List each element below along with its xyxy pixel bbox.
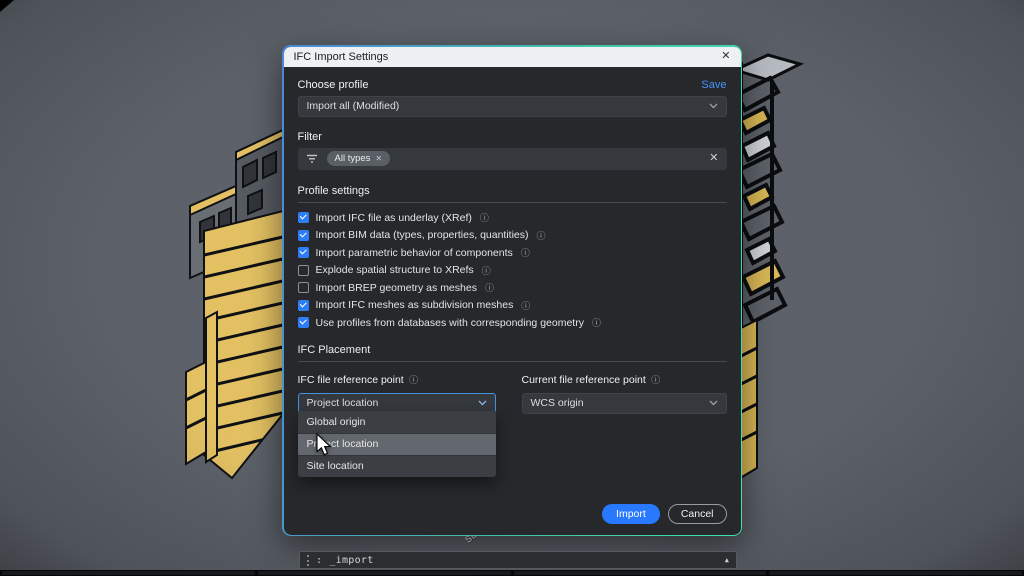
current-ref-point-label: Current file reference point <box>522 374 646 386</box>
command-prompt: : <box>316 555 322 566</box>
checkbox-checked[interactable] <box>298 230 309 241</box>
filter-funnel-icon <box>306 154 318 164</box>
filter-chip-all-types[interactable]: All types ✕ <box>327 151 391 166</box>
info-icon[interactable]: ⓘ <box>482 264 491 277</box>
filter-clear-icon[interactable]: ✕ <box>709 153 718 164</box>
current-ref-point-value: WCS origin <box>531 397 584 409</box>
profile-select-value: Import all (Modified) <box>307 100 400 112</box>
collapse-icon[interactable]: ▲ <box>725 557 729 564</box>
command-text[interactable]: _import <box>329 555 373 566</box>
checkbox-row-brep[interactable]: Import BREP geometry as meshes ⓘ <box>298 282 727 294</box>
close-icon[interactable]: ✕ <box>721 51 730 62</box>
screen-corner <box>0 0 14 12</box>
menu-item-global-origin[interactable]: Global origin <box>298 411 496 433</box>
chevron-down-icon <box>478 400 487 406</box>
taskbar-strip <box>0 570 1024 576</box>
ifc-import-settings-dialog: IFC Import Settings ✕ Choose profile Sav… <box>282 45 742 536</box>
checkbox-checked[interactable] <box>298 317 309 328</box>
checkbox-unchecked[interactable] <box>298 282 309 293</box>
checkbox-row-db-profiles[interactable]: Use profiles from databases with corresp… <box>298 317 727 329</box>
checkbox-checked[interactable] <box>298 300 309 311</box>
import-button[interactable]: Import <box>602 504 660 524</box>
checkbox-row-subdivision[interactable]: Import IFC meshes as subdivision meshes … <box>298 299 727 311</box>
filter-input[interactable]: All types ✕ ✕ <box>298 148 727 170</box>
profile-select[interactable]: Import all (Modified) <box>298 96 727 117</box>
info-icon[interactable]: ⓘ <box>521 246 530 259</box>
info-icon[interactable]: ⓘ <box>521 299 530 312</box>
taskbar-segment <box>769 571 1022 575</box>
checkbox-row-parametric[interactable]: Import parametric behavior of components… <box>298 247 727 259</box>
checkbox-row-bim-data[interactable]: Import BIM data (types, properties, quan… <box>298 229 727 241</box>
command-line-bar[interactable]: : _import ▲ <box>299 551 737 569</box>
checkbox-checked[interactable] <box>298 247 309 258</box>
choose-profile-label: Choose profile <box>298 79 369 91</box>
info-icon[interactable]: ⓘ <box>485 281 494 294</box>
divider <box>298 361 727 362</box>
checkbox-row-underlay[interactable]: Import IFC file as underlay (XRef) ⓘ <box>298 212 727 224</box>
filter-chip-label: All types <box>335 153 371 164</box>
filter-label: Filter <box>298 131 727 143</box>
ifc-ref-point-value: Project location <box>307 397 379 409</box>
divider <box>298 202 727 203</box>
info-icon[interactable]: ⓘ <box>651 375 660 385</box>
ifc-ref-point-label: IFC file reference point <box>298 374 404 386</box>
checkbox-checked[interactable] <box>298 212 309 223</box>
ifc-placement-heading: IFC Placement <box>298 344 727 356</box>
info-icon[interactable]: ⓘ <box>409 375 418 385</box>
cancel-button[interactable]: Cancel <box>668 504 727 524</box>
taskbar-segment <box>514 571 767 575</box>
checkbox-unchecked[interactable] <box>298 265 309 276</box>
chevron-down-icon <box>709 400 718 406</box>
taskbar-segment <box>258 571 511 575</box>
taskbar-segment <box>2 571 255 575</box>
ifc-ref-point-dropdown-menu: Global origin Project location Site loca… <box>298 411 496 477</box>
current-ref-point-select[interactable]: WCS origin <box>522 393 727 414</box>
menu-item-project-location[interactable]: Project location <box>298 433 496 455</box>
menu-item-site-location[interactable]: Site location <box>298 455 496 477</box>
info-icon[interactable]: ⓘ <box>592 316 601 329</box>
info-icon[interactable]: ⓘ <box>480 211 489 224</box>
drag-handle-icon[interactable] <box>307 555 309 566</box>
info-icon[interactable]: ⓘ <box>537 229 546 242</box>
save-profile-link[interactable]: Save <box>701 79 726 91</box>
dialog-titlebar[interactable]: IFC Import Settings ✕ <box>284 47 741 67</box>
chip-remove-icon[interactable]: ✕ <box>375 154 382 163</box>
profile-settings-list: Import IFC file as underlay (XRef) ⓘ Imp… <box>298 212 727 329</box>
chevron-down-icon <box>709 103 718 109</box>
dialog-title: IFC Import Settings <box>294 51 389 63</box>
checkbox-row-explode-spatial[interactable]: Explode spatial structure to XRefs ⓘ <box>298 264 727 276</box>
profile-settings-heading: Profile settings <box>298 185 727 197</box>
